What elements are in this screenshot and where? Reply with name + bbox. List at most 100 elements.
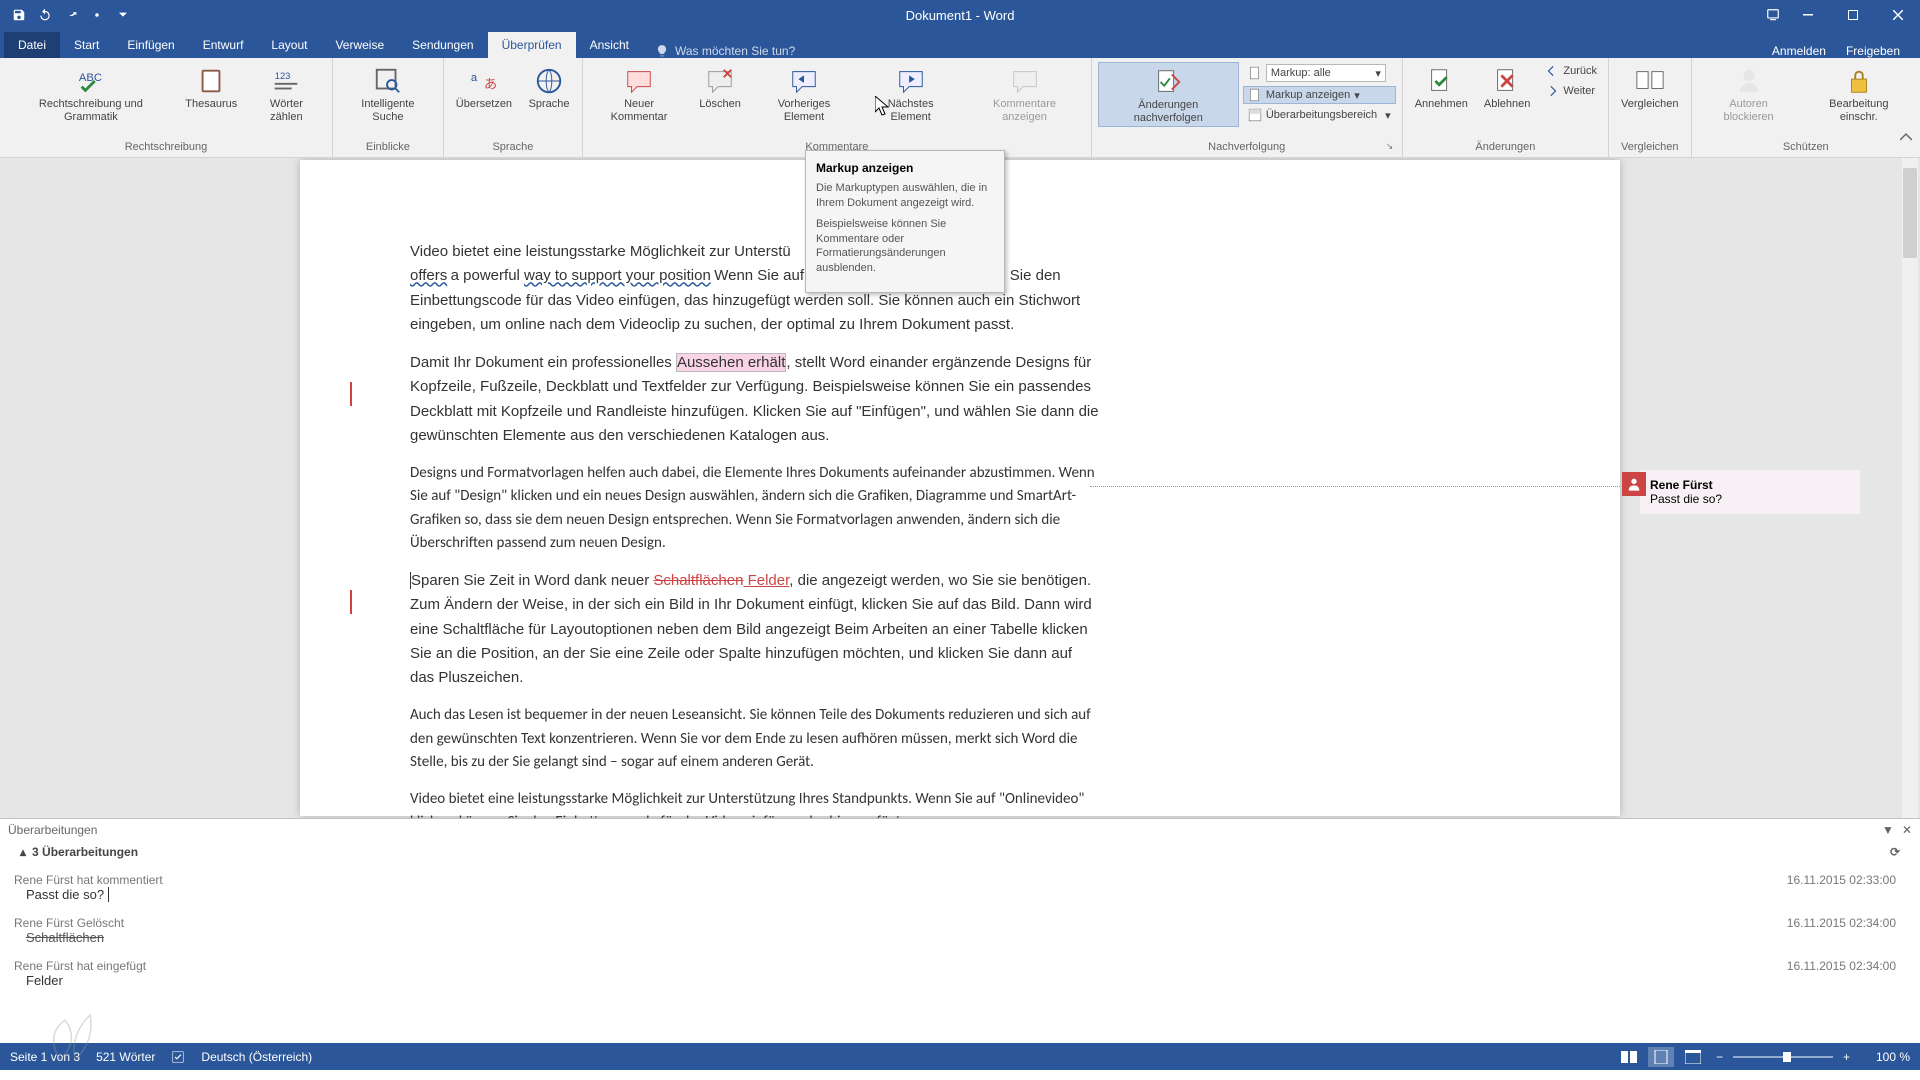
tab-view[interactable]: Ansicht bbox=[576, 32, 643, 58]
group-compare: Vergleichen Vergleichen bbox=[1609, 58, 1692, 157]
paragraph[interactable]: Designs und Formatvorlagen helfen auch d… bbox=[410, 462, 1100, 555]
paragraph[interactable]: Auch das Lesen ist bequemer in der neuen… bbox=[410, 704, 1100, 774]
prev-comment-button[interactable]: Vorheriges Element bbox=[751, 62, 857, 125]
minimize-button[interactable] bbox=[1785, 0, 1830, 30]
show-markup-button[interactable]: Markup anzeigen ▾ bbox=[1243, 86, 1396, 104]
share-button[interactable]: Freigeben bbox=[1846, 44, 1900, 58]
tab-insert[interactable]: Einfügen bbox=[113, 32, 188, 58]
close-button[interactable] bbox=[1875, 0, 1920, 30]
tab-design[interactable]: Entwurf bbox=[189, 32, 258, 58]
chevron-up-icon: ▴ bbox=[20, 845, 26, 859]
zoom-in-button[interactable]: + bbox=[1839, 1050, 1854, 1064]
revisions-pane-header: Überarbeitungen ▼ ✕ bbox=[0, 819, 1920, 841]
svg-text:a: a bbox=[471, 72, 478, 84]
chevron-down-icon[interactable]: ▼ bbox=[1882, 823, 1894, 837]
zoom-level[interactable]: 100 % bbox=[1860, 1050, 1910, 1064]
page-icon bbox=[1248, 88, 1262, 102]
change-bar bbox=[350, 382, 352, 406]
touch-mode-button[interactable] bbox=[86, 4, 108, 26]
tab-references[interactable]: Verweise bbox=[321, 32, 398, 58]
translate-button[interactable]: aあ Übersetzen bbox=[450, 62, 518, 113]
revision-item[interactable]: Rene Fürst hat eingefügt Felder 16.11.20… bbox=[14, 953, 1906, 996]
revisions-list: Rene Fürst hat kommentiert Passt die so?… bbox=[0, 863, 1920, 1043]
lightbulb-icon bbox=[655, 44, 669, 58]
restrict-editing-button[interactable]: Bearbeitung einschr. bbox=[1804, 62, 1914, 125]
collapse-ribbon-icon[interactable] bbox=[1900, 132, 1912, 144]
thesaurus-button[interactable]: Thesaurus bbox=[180, 62, 243, 113]
thesaurus-icon bbox=[196, 66, 226, 96]
save-button[interactable] bbox=[8, 4, 30, 26]
smart-lookup-button[interactable]: Intelligente Suche bbox=[339, 62, 437, 125]
prev-arrow-icon bbox=[1545, 64, 1559, 78]
next-arrow-icon bbox=[1545, 84, 1559, 98]
accept-button[interactable]: Annehmen bbox=[1409, 62, 1474, 113]
accept-icon bbox=[1426, 66, 1456, 96]
language-indicator[interactable]: Deutsch (Österreich) bbox=[201, 1050, 312, 1064]
revision-item[interactable]: Rene Fürst Gelöscht Schaltflächen 16.11.… bbox=[14, 910, 1906, 953]
delete-comment-icon bbox=[705, 66, 735, 96]
comment-leader-line bbox=[1090, 486, 1620, 487]
block-authors-button[interactable]: Autoren blockieren bbox=[1698, 62, 1800, 125]
spelling-icon: ABC bbox=[76, 66, 106, 96]
tab-review[interactable]: Überprüfen bbox=[488, 32, 576, 58]
read-mode-button[interactable] bbox=[1616, 1047, 1642, 1067]
print-layout-button[interactable] bbox=[1648, 1047, 1674, 1067]
delete-comment-button[interactable]: Löschen bbox=[693, 62, 747, 113]
spelling-button[interactable]: ABC Rechtschreibung und Grammatik bbox=[6, 62, 176, 125]
show-comments-icon bbox=[1010, 66, 1040, 96]
commented-range[interactable]: Aussehen erhält bbox=[676, 353, 786, 372]
web-layout-button[interactable] bbox=[1680, 1047, 1706, 1067]
zoom-slider[interactable] bbox=[1733, 1056, 1833, 1058]
sign-in-link[interactable]: Anmelden bbox=[1772, 44, 1826, 58]
dialog-launcher-icon[interactable]: ↘ bbox=[1386, 141, 1398, 153]
zoom-slider-thumb[interactable] bbox=[1783, 1052, 1791, 1062]
maximize-button[interactable] bbox=[1830, 0, 1875, 30]
comment-bubble[interactable]: Rene Fürst Passt die so? bbox=[1640, 470, 1860, 514]
group-tracking: Änderungen nachverfolgen Markup: alle▾ M… bbox=[1092, 58, 1403, 157]
tell-me-search[interactable]: Was möchten Sie tun? bbox=[655, 44, 795, 58]
track-changes-button[interactable]: Änderungen nachverfolgen bbox=[1098, 62, 1239, 127]
ribbon-display-options-icon[interactable] bbox=[1766, 8, 1780, 22]
pane-icon bbox=[1248, 108, 1262, 122]
tab-start[interactable]: Start bbox=[60, 32, 113, 58]
group-changes: Annehmen Ablehnen Zurück Weiter Änderung… bbox=[1403, 58, 1609, 157]
zoom-out-button[interactable]: − bbox=[1712, 1050, 1727, 1064]
chevron-down-icon: ▾ bbox=[1385, 109, 1391, 122]
group-protect: Autoren blockieren Bearbeitung einschr. … bbox=[1692, 58, 1920, 157]
tab-file[interactable]: Datei bbox=[4, 32, 60, 58]
scrollbar-thumb[interactable] bbox=[1903, 168, 1917, 258]
smartlookup-icon bbox=[373, 66, 403, 96]
paragraph[interactable]: Video bietet eine leistungsstarke Möglic… bbox=[410, 788, 1100, 818]
reject-button[interactable]: Ablehnen bbox=[1478, 62, 1537, 113]
ribbon: ABC Rechtschreibung und Grammatik Thesau… bbox=[0, 58, 1920, 158]
block-authors-icon bbox=[1734, 66, 1764, 96]
proofing-icon[interactable] bbox=[171, 1050, 185, 1064]
word-count-button[interactable]: 123 Wörter zählen bbox=[247, 62, 326, 125]
group-comments: Neuer Kommentar Löschen Vorheriges Eleme… bbox=[583, 58, 1092, 157]
new-comment-button[interactable]: Neuer Kommentar bbox=[589, 62, 689, 125]
close-pane-icon[interactable]: ✕ bbox=[1902, 823, 1912, 837]
language-button[interactable]: Sprache bbox=[522, 62, 576, 113]
next-icon bbox=[896, 66, 926, 96]
markup-display-combo[interactable]: Markup: alle▾ bbox=[1243, 62, 1396, 84]
reviewing-pane-button[interactable]: Überarbeitungsbereich ▾ bbox=[1243, 106, 1396, 124]
vertical-scrollbar[interactable] bbox=[1902, 158, 1918, 818]
tab-layout[interactable]: Layout bbox=[257, 32, 321, 58]
paragraph[interactable]: Damit Ihr Dokument ein professionelles A… bbox=[410, 351, 1100, 448]
chevron-down-icon: ▾ bbox=[1375, 67, 1381, 80]
redo-button[interactable] bbox=[60, 4, 82, 26]
revision-item[interactable]: Rene Fürst hat kommentiert Passt die so?… bbox=[14, 867, 1906, 910]
tab-mailings[interactable]: Sendungen bbox=[398, 32, 487, 58]
revisions-count-row[interactable]: ▴ 3 Überarbeitungen ⟳ bbox=[0, 841, 1920, 863]
refresh-icon[interactable]: ⟳ bbox=[1890, 845, 1900, 859]
paragraph[interactable]: Sparen Sie Zeit in Word dank neuer Schal… bbox=[410, 569, 1100, 690]
undo-button[interactable] bbox=[34, 4, 56, 26]
group-proofing: ABC Rechtschreibung und Grammatik Thesau… bbox=[0, 58, 333, 157]
show-comments-button[interactable]: Kommentare anzeigen bbox=[964, 62, 1084, 125]
compare-button[interactable]: Vergleichen bbox=[1615, 62, 1685, 113]
svg-text:あ: あ bbox=[484, 77, 497, 92]
chevron-down-icon: ▾ bbox=[1354, 89, 1360, 102]
qat-customize-button[interactable] bbox=[112, 4, 134, 26]
next-change-button[interactable]: Weiter bbox=[1540, 82, 1602, 100]
prev-change-button[interactable]: Zurück bbox=[1540, 62, 1602, 80]
